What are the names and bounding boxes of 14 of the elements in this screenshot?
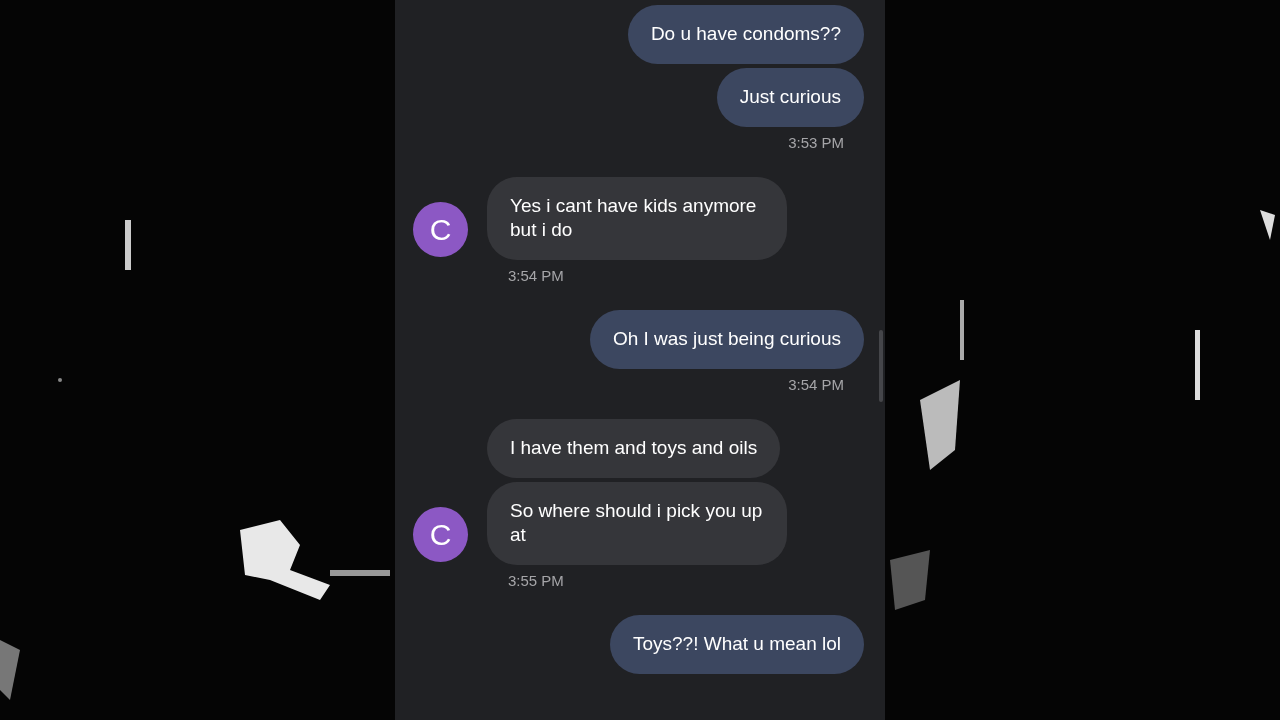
message-time: 3:55 PM [507,571,565,590]
sent-message[interactable]: Toys??! What u mean lol [609,615,864,674]
sent-message[interactable]: Just curious [716,68,864,127]
contact-avatar[interactable]: C [413,202,468,257]
scrollbar-thumb[interactable] [879,330,883,402]
received-message[interactable]: So where should i pick you up at [487,482,787,565]
received-message[interactable]: I have them and toys and oils [487,419,781,478]
message-time: 3:54 PM [788,375,845,394]
sent-message[interactable]: Oh I was just being curious [589,310,864,369]
sent-message[interactable]: Do u have condoms?? [627,5,864,64]
contact-avatar[interactable]: C [413,507,468,562]
message-time: 3:53 PM [788,133,845,152]
message-time: 3:54 PM [507,266,565,285]
received-message[interactable]: Yes i cant have kids anymore but i do [487,177,787,260]
